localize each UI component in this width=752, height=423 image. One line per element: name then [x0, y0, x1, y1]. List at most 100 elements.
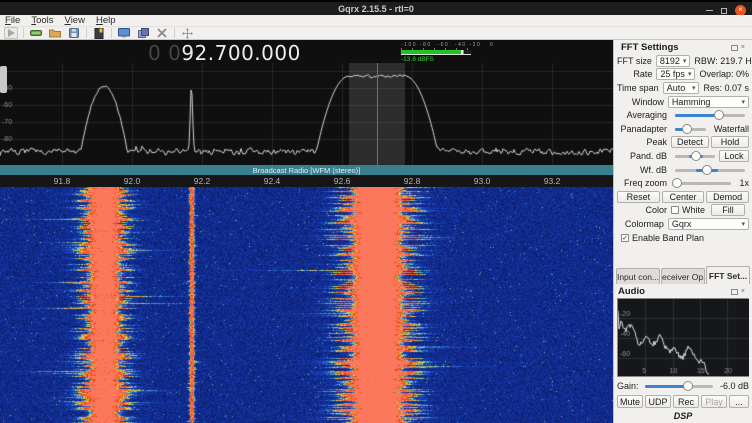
- rbw-value: RBW: 219.7 Hz: [694, 56, 752, 66]
- averaging-label: Averaging: [617, 110, 667, 120]
- rate-row: Rate 25 fps▾ Overlap: 0%: [617, 68, 749, 82]
- colormap-value: Gqrx: [672, 219, 692, 229]
- more-button[interactable]: ...: [729, 395, 749, 408]
- window-value: Hamming: [672, 97, 711, 107]
- fft-size-value: 8192: [660, 56, 680, 66]
- udp-button[interactable]: UDP: [645, 395, 671, 408]
- minimize-icon[interactable]: [706, 10, 713, 11]
- window-row: Window Hamming▾: [617, 95, 749, 109]
- dock-panel: FFT Settings × FFT size 8192▾ RBW: 219.7…: [613, 40, 752, 423]
- tab-input-controls[interactable]: Input con...: [616, 268, 660, 284]
- peak-detect-button[interactable]: Detect: [671, 136, 709, 148]
- enable-band-plan-label: Enable Band Plan: [632, 233, 704, 243]
- waterfall-label: Waterfall: [714, 124, 749, 134]
- bandplan-bar: Broadcast Radio [WFM (stereo)]: [0, 165, 613, 175]
- wf-db-range-slider[interactable]: [675, 164, 745, 176]
- fullscreen-icon[interactable]: [117, 27, 131, 39]
- pand-db-lock-button[interactable]: Lock: [719, 150, 749, 162]
- rate-select[interactable]: 25 fps▾: [656, 68, 695, 80]
- smeter-baseline: [401, 54, 471, 55]
- retune-icon[interactable]: [180, 27, 194, 39]
- white-checkbox[interactable]: [671, 206, 679, 214]
- audio-fft-plot: [617, 298, 749, 377]
- time-span-label: Time span: [617, 83, 659, 93]
- waterfall-canvas[interactable]: [0, 187, 613, 423]
- colormap-label: Colormap: [617, 219, 664, 229]
- close-dock-icon[interactable]: ×: [741, 45, 745, 51]
- colormap-select[interactable]: Gqrx ▾: [668, 218, 749, 230]
- freq-zoom-slider[interactable]: [675, 177, 731, 189]
- menu-tools[interactable]: Tools: [31, 15, 53, 26]
- gain-slider[interactable]: [645, 380, 713, 392]
- close-dock-icon[interactable]: ×: [741, 289, 745, 295]
- freq-scale-label: 92.0: [124, 176, 141, 186]
- color-label: Color: [617, 205, 667, 215]
- demod-button[interactable]: Demod: [706, 191, 749, 203]
- toolbar-separator: [86, 28, 87, 38]
- float-dock-icon[interactable]: [731, 45, 738, 51]
- tab-fft-settings[interactable]: FFT Set...: [706, 266, 750, 284]
- bandplan-label: Broadcast Radio [WFM (stereo)]: [253, 166, 361, 175]
- frequency-leading-zeros: 0 0: [148, 41, 181, 65]
- tuned-frequency-line[interactable]: [377, 63, 378, 165]
- float-dock-icon[interactable]: [731, 289, 738, 295]
- play-button[interactable]: Play: [701, 395, 727, 408]
- frequency-display[interactable]: 0 092.700.000: [148, 41, 301, 65]
- freq-scale-label: 92.2: [194, 176, 211, 186]
- reset-button[interactable]: Reset: [617, 191, 660, 203]
- pand-db-range-slider[interactable]: [675, 150, 715, 162]
- fft-size-select[interactable]: 8192▾: [656, 55, 691, 67]
- smeter-scale-labels: -100 -80 -60 -40 -20 0: [401, 42, 471, 48]
- enable-band-plan-checkbox[interactable]: ✓: [621, 234, 629, 242]
- window-select[interactable]: Hamming ▾: [668, 96, 749, 108]
- chevron-down-icon: ▾: [741, 98, 745, 106]
- freq-zoom-label: Freq zoom: [617, 178, 667, 188]
- menu-view[interactable]: View: [65, 15, 85, 26]
- gain-label: Gain:: [617, 381, 641, 391]
- gqrx-window: Gqrx 2.15.5 - rtl=0 × File Tools View He…: [0, 0, 752, 423]
- averaging-row: Averaging: [617, 108, 749, 122]
- tab-receiver-options[interactable]: Receiver Op...: [661, 268, 705, 284]
- rate-label: Rate: [617, 69, 652, 79]
- save-settings-icon[interactable]: [67, 27, 81, 39]
- tools-icon[interactable]: [155, 27, 169, 39]
- menu-file[interactable]: File: [5, 15, 20, 26]
- edge-bookmark-box: [0, 66, 7, 93]
- titlebar[interactable]: Gqrx 2.15.5 - rtl=0 ×: [0, 0, 752, 15]
- averaging-slider[interactable]: [675, 109, 745, 121]
- fft-settings-title: FFT Settings: [621, 42, 731, 53]
- gain-row: Gain: -6.0 dB: [617, 379, 749, 393]
- colormap-row: Colormap Gqrx ▾: [617, 217, 749, 231]
- panadapter-canvas[interactable]: [0, 40, 613, 165]
- audio-buttons: Mute UDP Rec Play ...: [617, 395, 749, 409]
- audio-fft-canvas: [618, 299, 749, 376]
- fill-button[interactable]: Fill: [711, 204, 745, 216]
- panadapter-plot[interactable]: 0 092.700.000 -100 -80 -60 -40 -20 0 -13…: [0, 40, 613, 165]
- io-devices-icon[interactable]: [29, 27, 43, 39]
- wf-db-label: Wf. dB: [617, 165, 667, 175]
- wf-db-row: Wf. dB: [617, 163, 749, 177]
- peak-label: Peak: [617, 137, 667, 147]
- pand-db-label: Pand. dB: [617, 151, 667, 161]
- center-button[interactable]: Center: [662, 191, 705, 203]
- audio-dock: Audio × Gain: -6.0 dB Mute UDP Rec Play …: [614, 284, 752, 423]
- time-span-select[interactable]: Auto▾: [663, 82, 700, 94]
- open-settings-icon[interactable]: [48, 27, 62, 39]
- res-value: Res: 0.07 s: [703, 83, 749, 93]
- audio-title: Audio: [618, 286, 731, 297]
- fft-size-row: FFT size 8192▾ RBW: 219.7 Hz: [617, 54, 749, 68]
- panadapter-split-row: Panadapter Waterfall: [617, 122, 749, 136]
- band-plan-row: ✓ Enable Band Plan: [617, 231, 749, 245]
- toolbar-separator: [174, 28, 175, 38]
- signal-meter: -100 -80 -60 -40 -20 0 -13.8 dBFS: [401, 42, 471, 63]
- rec-button[interactable]: Rec: [673, 395, 699, 408]
- bookmarks-icon[interactable]: [92, 27, 106, 39]
- dsp-windows-icon[interactable]: [136, 27, 150, 39]
- peak-hold-button[interactable]: Hold: [711, 136, 749, 148]
- mute-button[interactable]: Mute: [617, 395, 643, 408]
- menu-help[interactable]: Help: [96, 15, 116, 26]
- start-dsp-icon[interactable]: [4, 27, 18, 39]
- chevron-down-icon: ▾: [741, 220, 745, 228]
- panadapter-waterfall-slider[interactable]: [675, 123, 706, 135]
- maximize-icon[interactable]: [721, 8, 727, 14]
